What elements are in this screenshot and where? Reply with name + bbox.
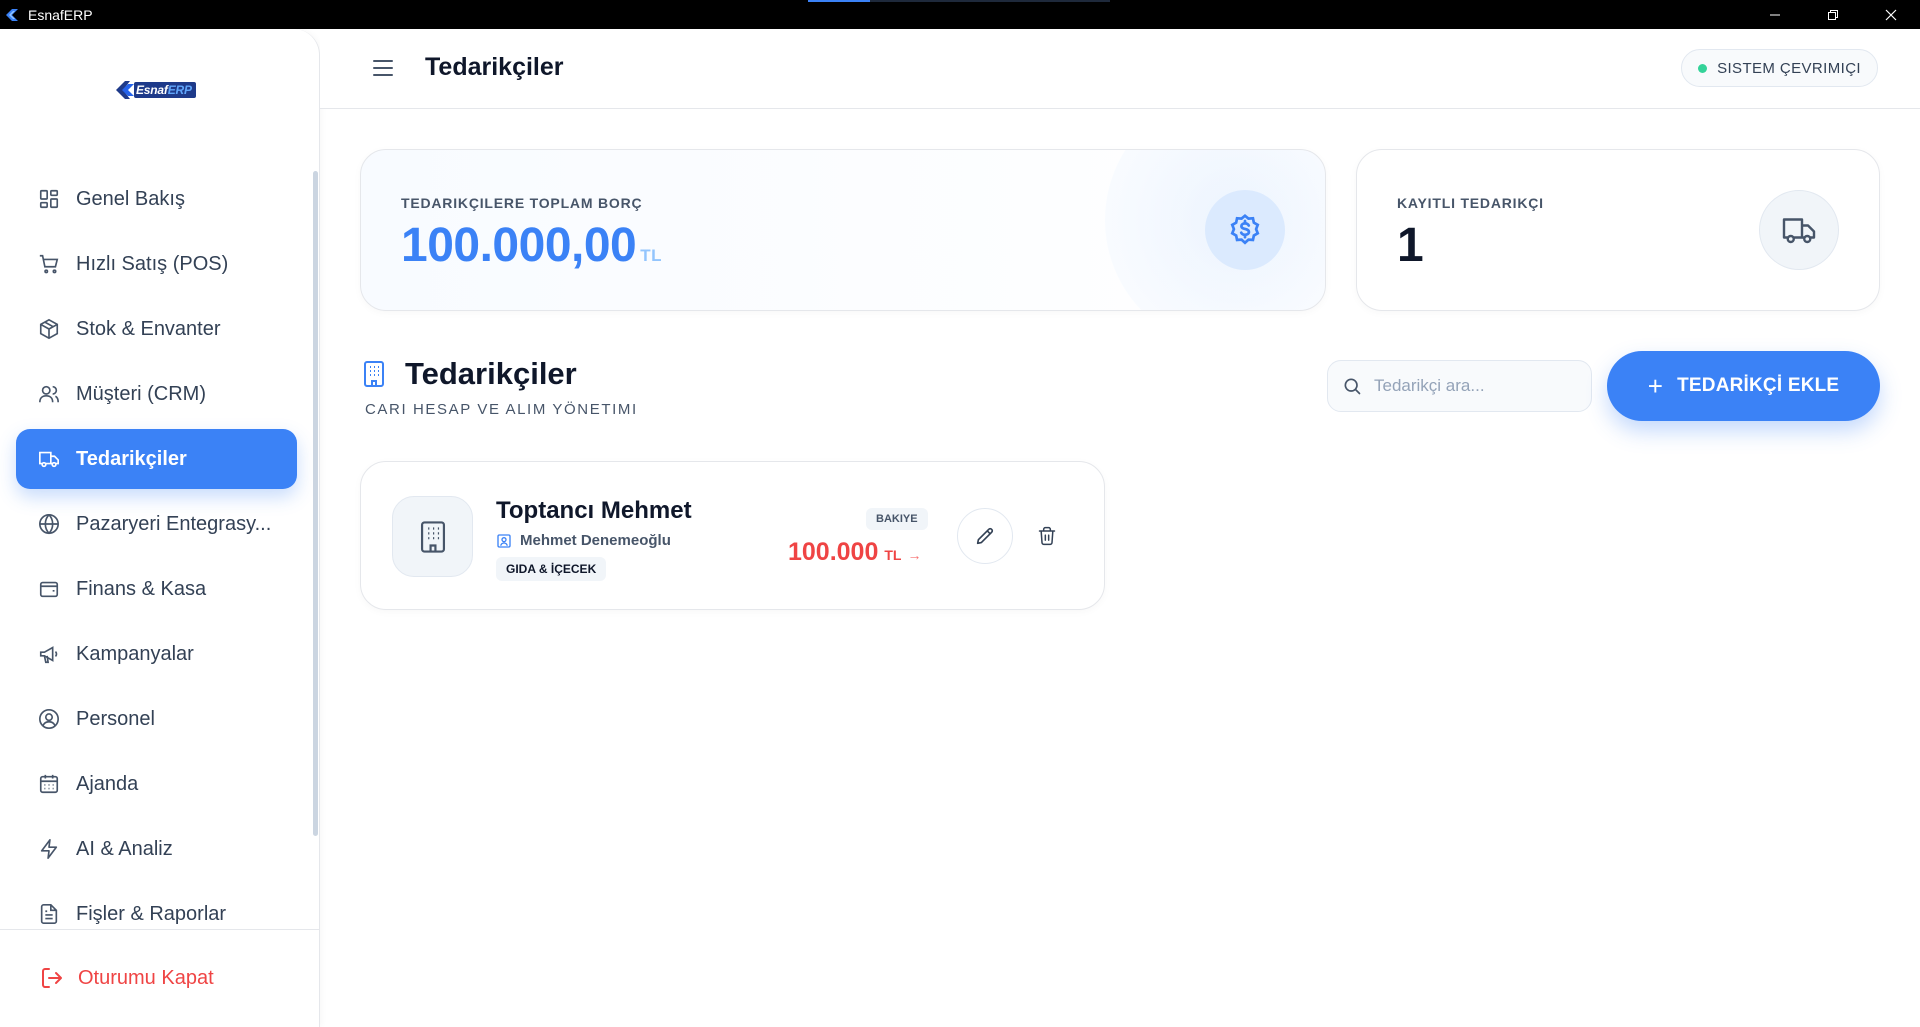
balance-unit: TL bbox=[884, 547, 902, 563]
truck-icon bbox=[1759, 190, 1839, 270]
user-circle-icon bbox=[36, 706, 62, 732]
sidebar-scrollbar[interactable] bbox=[313, 171, 318, 836]
sidebar-item-tedarikciler[interactable]: Tedarikçiler bbox=[16, 429, 297, 489]
sidebar-item-ajanda[interactable]: Ajanda bbox=[16, 754, 297, 814]
supplier-card[interactable]: Toptancı Mehmet Mehmet Denemeoğlu GIDA &… bbox=[360, 461, 1105, 610]
box-icon bbox=[36, 316, 62, 342]
sidebar-nav: Genel Bakış Hızlı Satış (POS) Stok & Env… bbox=[16, 169, 297, 949]
supplier-contact-name: Mehmet Denemeoğlu bbox=[520, 532, 671, 549]
add-supplier-label: TEDARİKÇİ EKLE bbox=[1677, 375, 1840, 396]
sidebar-item-kampanyalar[interactable]: Kampanyalar bbox=[16, 624, 297, 684]
grid-icon bbox=[36, 186, 62, 212]
status-badge: SISTEM ÇEVRIMIÇI bbox=[1681, 49, 1878, 87]
pencil-icon bbox=[976, 527, 994, 545]
total-debt-card: TEDARIKÇILERE TOPLAM BORÇ 100.000,00 TL bbox=[360, 149, 1326, 311]
wallet-icon bbox=[36, 576, 62, 602]
search-icon bbox=[1342, 375, 1364, 397]
status-dot-icon bbox=[1698, 63, 1708, 73]
sidebar-item-label: Genel Bakış bbox=[76, 187, 185, 210]
total-debt-unit: TL bbox=[640, 246, 663, 265]
logo-text: EsnafERP bbox=[134, 82, 196, 98]
sidebar-item-label: AI & Analiz bbox=[76, 837, 173, 860]
minimize-icon bbox=[1770, 14, 1780, 15]
sidebar-item-label: Personel bbox=[76, 707, 155, 730]
sidebar-item-label: Finans & Kasa bbox=[76, 577, 207, 600]
sidebar-item-label: Hızlı Satış (POS) bbox=[76, 252, 229, 275]
sidebar-item-pazaryeri[interactable]: Pazaryeri Entegrasy... bbox=[16, 494, 297, 554]
sidebar-item-finans[interactable]: Finans & Kasa bbox=[16, 559, 297, 619]
total-debt-value: 100.000,00 TL bbox=[401, 219, 663, 272]
close-window-button[interactable] bbox=[1862, 0, 1920, 29]
balance-amount: 100.000 bbox=[788, 538, 879, 566]
building-icon bbox=[362, 360, 388, 388]
category-badge: GIDA & İÇECEK bbox=[496, 557, 607, 581]
total-debt-label: TEDARIKÇILERE TOPLAM BORÇ bbox=[401, 195, 643, 211]
page-title: Tedarikçiler bbox=[425, 53, 564, 81]
logout-button[interactable]: Oturumu Kapat bbox=[40, 965, 214, 991]
minimize-button[interactable] bbox=[1746, 0, 1804, 29]
bolt-icon bbox=[36, 836, 62, 862]
brand-logo[interactable]: EsnafERP bbox=[114, 79, 196, 101]
edit-supplier-button[interactable] bbox=[957, 508, 1013, 564]
sidebar-item-label: Müşteri (CRM) bbox=[76, 382, 206, 405]
supplier-name: Toptancı Mehmet bbox=[496, 497, 692, 524]
title-bar-indicator bbox=[808, 0, 1110, 2]
sidebar-item-ai-analiz[interactable]: AI & Analiz bbox=[16, 819, 297, 879]
sidebar-item-stok[interactable]: Stok & Envanter bbox=[16, 299, 297, 359]
supplier-search[interactable] bbox=[1327, 360, 1592, 412]
supplier-count-value: 1 bbox=[1397, 219, 1424, 272]
sidebar-item-musteri[interactable]: Müşteri (CRM) bbox=[16, 364, 297, 424]
sidebar-divider bbox=[0, 929, 319, 930]
delete-supplier-button[interactable] bbox=[1031, 520, 1063, 552]
plus-icon: + bbox=[1647, 371, 1664, 401]
contact-icon bbox=[496, 533, 512, 549]
sidebar-item-hizli-satis[interactable]: Hızlı Satış (POS) bbox=[16, 234, 297, 294]
sidebar-item-label: Ajanda bbox=[76, 772, 139, 795]
app-logo-icon bbox=[4, 6, 22, 24]
window-title: EsnafERP bbox=[28, 6, 93, 23]
restore-button[interactable] bbox=[1804, 0, 1862, 29]
balance-label: BAKIYE bbox=[866, 508, 928, 530]
top-header: Tedarikçiler SISTEM ÇEVRIMIÇI bbox=[320, 29, 1920, 109]
truck-icon bbox=[36, 446, 62, 472]
status-text: SISTEM ÇEVRIMIÇI bbox=[1717, 59, 1861, 77]
section-title: Tedarikçiler bbox=[405, 356, 577, 391]
sidebar-item-personel[interactable]: Personel bbox=[16, 689, 297, 749]
sidebar-item-genel-bakis[interactable]: Genel Bakış bbox=[16, 169, 297, 229]
document-icon bbox=[36, 901, 62, 927]
logout-label: Oturumu Kapat bbox=[78, 966, 214, 989]
trash-icon bbox=[1038, 526, 1056, 546]
close-icon bbox=[1885, 9, 1897, 20]
sidebar-item-label: Fişler & Raporlar bbox=[76, 902, 227, 925]
dollar-icon bbox=[1205, 190, 1285, 270]
supplier-count-card: KAYITLI TEDARIKÇI 1 bbox=[1356, 149, 1880, 311]
arrow-right-icon: → bbox=[907, 547, 922, 563]
menu-toggle-button[interactable] bbox=[370, 55, 396, 81]
logout-icon bbox=[40, 965, 66, 991]
restore-icon bbox=[1828, 9, 1838, 20]
sidebar-item-label: Tedarikçiler bbox=[76, 447, 187, 470]
calendar-icon bbox=[36, 771, 62, 797]
sidebar-item-label: Pazaryeri Entegrasy... bbox=[76, 512, 272, 535]
balance-value[interactable]: 100.000 TL → bbox=[788, 538, 921, 567]
search-input[interactable] bbox=[1374, 376, 1574, 396]
sidebar-item-fisler[interactable]: Fişler & Raporlar bbox=[16, 884, 297, 944]
cart-icon bbox=[36, 251, 62, 277]
title-bar: EsnafERP bbox=[0, 0, 1920, 29]
building-icon bbox=[420, 520, 445, 553]
sidebar-item-label: Kampanyalar bbox=[76, 642, 194, 665]
sidebar: EsnafERP Genel Bakış Hızlı Satış (POS) S… bbox=[0, 29, 320, 1027]
sidebar-item-label: Stok & Envanter bbox=[76, 317, 221, 340]
globe-icon bbox=[36, 511, 62, 537]
hamburger-icon bbox=[373, 60, 393, 76]
megaphone-icon bbox=[36, 641, 62, 667]
supplier-contact: Mehmet Denemeoğlu bbox=[496, 532, 671, 549]
supplier-avatar bbox=[392, 496, 473, 577]
users-icon bbox=[36, 381, 62, 407]
add-supplier-button[interactable]: + TEDARİKÇİ EKLE bbox=[1607, 351, 1880, 421]
section-subtitle: CARI HESAP VE ALIM YÖNETIMI bbox=[365, 401, 638, 418]
supplier-count-label: KAYITLI TEDARIKÇI bbox=[1397, 195, 1544, 211]
